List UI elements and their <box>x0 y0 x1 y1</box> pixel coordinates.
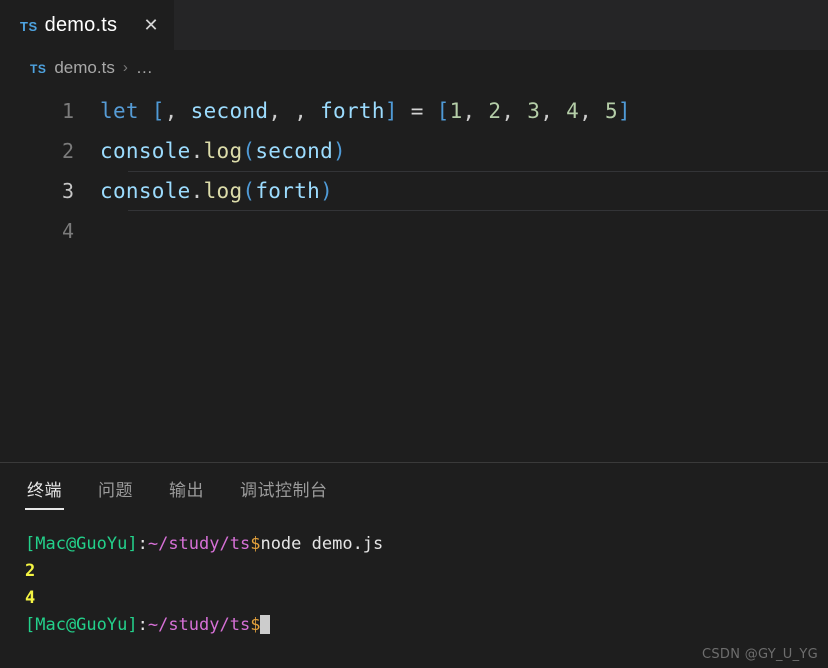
code-token: second <box>190 99 269 123</box>
code-token: ) <box>333 139 346 163</box>
code-line-content[interactable]: let [, second, , forth] = [1, 2, 3, 4, 5… <box>100 99 631 123</box>
code-token: [ <box>436 99 450 123</box>
terminal-segment: ~/study/ts <box>147 615 251 635</box>
panel-tab[interactable]: 输出 <box>167 472 206 510</box>
editor-tab-bar: TS demo.ts ✕ <box>0 0 828 50</box>
code-line-content[interactable]: console.log(second) <box>100 139 346 163</box>
terminal-output[interactable]: [Mac@GuoYu]:~/study/ts$node demo.js 2 4 [Ma… <box>0 519 828 668</box>
breadcrumb: TS demo.ts › … <box>0 50 828 85</box>
code-token: , <box>540 99 567 123</box>
line-number: 1 <box>61 99 74 123</box>
typescript-file-icon: TS <box>20 18 38 34</box>
bottom-panel: 终端 问题 输出 调试控制台 [Mac@GuoYu]:~/study/ts$node … <box>0 463 828 668</box>
typescript-file-icon: TS <box>30 61 47 76</box>
code-token: 2 <box>488 99 502 123</box>
watermark: CSDN @GY_U_YG <box>702 647 818 662</box>
code-token: console <box>100 179 191 203</box>
close-icon[interactable]: ✕ <box>142 16 160 34</box>
terminal-line: [Mac@GuoYu]:~/study/ts$node demo.js <box>25 531 828 558</box>
code-token: second <box>255 139 334 163</box>
terminal-segment: ~/study/ts <box>147 534 251 554</box>
terminal-segment: node demo.js <box>260 534 384 554</box>
panel-tab-list: 终端 问题 输出 调试控制台 <box>0 463 828 519</box>
code-token: ] <box>617 99 631 123</box>
panel-tab[interactable]: 调试控制台 <box>238 472 330 510</box>
terminal-line: 2 <box>25 558 828 585</box>
code-token: . <box>190 139 204 163</box>
code-token: forth <box>255 179 321 203</box>
panel-tab[interactable]: 终端 <box>25 472 64 510</box>
code-token: , <box>462 99 489 123</box>
code-token: log <box>203 139 243 163</box>
line-number: 3 <box>61 179 74 203</box>
code-token: forth <box>320 99 385 123</box>
code-token: 3 <box>527 99 541 123</box>
code-token: ( <box>242 139 256 163</box>
editor-tab-label: demo.ts <box>44 13 118 36</box>
code-token: , <box>579 99 605 123</box>
terminal-line: [Mac@GuoYu]:~/study/ts$ <box>25 612 828 639</box>
breadcrumb-item-more[interactable]: … <box>136 58 153 78</box>
code-token: 1 <box>449 99 463 123</box>
vscode-window: TS demo.ts ✕ TS demo.ts › … 1 let [, seco… <box>0 0 828 668</box>
editor-tab-bar-empty-area <box>174 0 828 50</box>
code-token: [ <box>151 99 165 123</box>
code-token: log <box>203 179 243 203</box>
code-editor[interactable]: 1 let [, second, , forth] = [1, 2, 3, 4, … <box>0 85 828 462</box>
code-token: console <box>100 139 191 163</box>
code-token: . <box>190 179 204 203</box>
terminal-segment: 2 <box>25 561 36 581</box>
terminal-segment: : <box>137 615 148 635</box>
code-token: ) <box>320 179 334 203</box>
terminal-segment: $ <box>250 615 261 635</box>
code-line[interactable]: 3 console.log(forth) <box>0 171 828 211</box>
code-token: 4 <box>566 99 580 123</box>
code-line-content[interactable]: console.log(forth) <box>100 179 333 203</box>
code-token: ] <box>384 99 398 123</box>
terminal-segment: $ <box>250 534 261 554</box>
terminal-segment: : <box>137 534 148 554</box>
code-token: let <box>100 99 139 123</box>
terminal-line: 4 <box>25 585 828 612</box>
panel-tab[interactable]: 问题 <box>96 472 135 510</box>
terminal-segment: [Mac@GuoYu] <box>25 534 138 554</box>
code-token: , <box>164 99 191 123</box>
code-line[interactable]: 2 console.log(second) <box>0 131 828 171</box>
code-line[interactable]: 1 let [, second, , forth] = [1, 2, 3, 4, … <box>0 91 828 131</box>
code-token: ( <box>242 179 256 203</box>
line-number: 4 <box>61 219 74 243</box>
code-token: = <box>410 99 424 123</box>
chevron-right-icon: › <box>122 59 128 76</box>
editor-tab-demo-ts[interactable]: TS demo.ts ✕ <box>0 0 175 50</box>
terminal-segment: [Mac@GuoYu] <box>25 615 138 635</box>
line-number: 2 <box>61 139 74 163</box>
terminal-segment: 4 <box>25 588 36 608</box>
code-line[interactable]: 4 <box>0 211 828 251</box>
breadcrumb-item-file[interactable]: demo.ts <box>54 58 114 78</box>
code-token: 5 <box>604 99 618 123</box>
code-token: , <box>501 99 528 123</box>
code-token: , , <box>268 99 321 123</box>
terminal-cursor <box>260 615 271 634</box>
